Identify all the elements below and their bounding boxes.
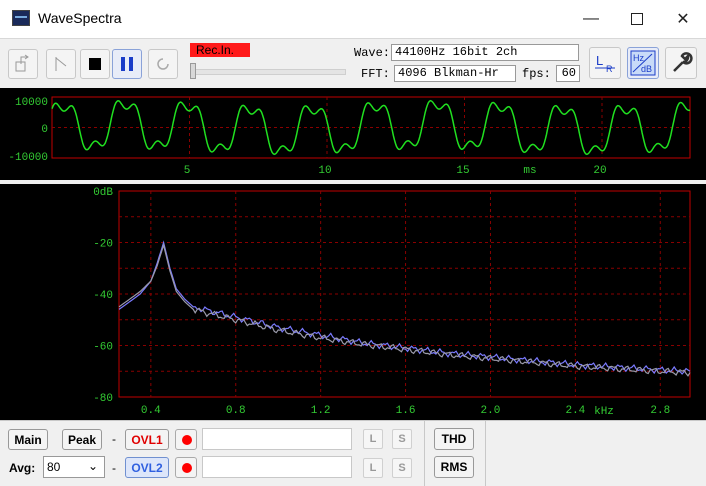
- waveform-panel: 10000 0 -10000 5 10 15 20 ms: [0, 88, 706, 180]
- wave-format-field: 44100Hz 16bit 2ch: [391, 44, 579, 61]
- wave-ytick-neg10000: -10000: [8, 152, 48, 164]
- spectrum-x-ticks: 0.4 0.8 1.2 1.6 2.0 2.4 2.8: [141, 405, 670, 417]
- stop-button[interactable]: [80, 49, 110, 79]
- ovl1-load-button[interactable]: L: [363, 429, 383, 449]
- export-icon: [15, 54, 29, 72]
- spectrum-series-line: [118, 240, 691, 375]
- rms-button[interactable]: RMS: [434, 456, 474, 478]
- ovl1-name-field[interactable]: [202, 428, 352, 450]
- ovl1-button[interactable]: OVL1: [125, 429, 169, 450]
- spectrum-series-line: [118, 242, 691, 377]
- toolbar: Rec.In. Wave: 44100Hz 16bit 2ch FFT: 409…: [0, 38, 706, 88]
- spec-ytick-label: -80: [93, 393, 113, 405]
- position-slider-track[interactable]: [190, 69, 346, 75]
- fps-label: fps:: [522, 67, 551, 81]
- spectrum-series: [118, 240, 691, 377]
- svg-text:R: R: [606, 64, 613, 74]
- stop-icon: [89, 58, 101, 70]
- marker-icon: [55, 57, 67, 71]
- pause-button[interactable]: [112, 49, 142, 79]
- channel-lr-button[interactable]: LR: [589, 47, 621, 79]
- spectrum-y-ticks: 0dB -20 -40 -60 -80: [93, 187, 113, 405]
- spectrum-grid: [119, 191, 690, 397]
- spec-xtick-label: 2.0: [481, 405, 501, 417]
- hz-db-button[interactable]: Hz dB: [627, 47, 659, 79]
- wave-ytick-0: 0: [41, 124, 48, 136]
- channel-lr-icon: LR: [595, 53, 615, 74]
- maximize-icon: [631, 13, 643, 25]
- waveform-plot: 10000 0 -10000 5 10 15 20 ms: [8, 96, 691, 177]
- bottom-controls: Main Peak - OVL1 L S THD Avg: 80 ⌄ - OVL…: [0, 420, 706, 486]
- chevron-down-icon: ⌄: [88, 459, 99, 473]
- wave-ytick-10000: 10000: [15, 97, 48, 109]
- fft-setting-field[interactable]: 4096 Blkman-Hr: [394, 65, 516, 82]
- minimize-icon: —: [583, 10, 599, 27]
- row2-separator: -: [112, 461, 116, 475]
- app-icon: [12, 10, 30, 26]
- close-button[interactable]: ✕: [660, 0, 706, 38]
- spec-xtick-label: 2.8: [650, 405, 670, 417]
- panel-divider-left: [424, 421, 425, 486]
- spec-xtick-label: 0.8: [226, 405, 246, 417]
- position-slider-thumb[interactable]: [190, 63, 196, 79]
- pause-icon: [121, 57, 133, 71]
- window-title: WaveSpectra: [38, 10, 122, 26]
- spec-xtick-label: 1.6: [396, 405, 416, 417]
- avg-select-value: 80: [47, 460, 61, 474]
- ovl2-load-button[interactable]: L: [363, 458, 383, 478]
- spec-xtick-label: 1.2: [311, 405, 331, 417]
- refresh-button[interactable]: [148, 49, 178, 79]
- hz-db-icon: HzdB: [630, 50, 656, 76]
- panel-divider-right: [485, 421, 486, 486]
- svg-text:dB: dB: [641, 64, 652, 74]
- wave-xtick-15: 15: [456, 165, 469, 177]
- fft-label: FFT:: [361, 67, 390, 81]
- ovl2-name-field[interactable]: [202, 456, 352, 478]
- avg-select[interactable]: 80 ⌄: [43, 456, 105, 478]
- rec-input-label: Rec.In.: [190, 43, 250, 57]
- ovl2-save-button[interactable]: S: [392, 458, 412, 478]
- svg-text:Hz: Hz: [633, 53, 644, 63]
- spec-xtick-label: 0.4: [141, 405, 161, 417]
- spec-ytick-label: -20: [93, 239, 113, 251]
- ovl2-button[interactable]: OVL2: [125, 457, 169, 478]
- fps-value-field: 60: [556, 65, 580, 82]
- spectrum-plot: 0dB -20 -40 -60 -80 0.4 0.8 1.2 1.6 2.0 2.4 2.8 kH…: [93, 187, 691, 418]
- ovl1-record-button[interactable]: [175, 429, 197, 450]
- ovl2-record-button[interactable]: [175, 457, 197, 478]
- spectrum-x-unit: kHz: [594, 406, 614, 418]
- thd-button[interactable]: THD: [434, 428, 474, 450]
- main-button[interactable]: Main: [8, 429, 48, 450]
- wave-xtick-20: 20: [593, 165, 606, 177]
- spec-ytick-label: -40: [93, 290, 113, 302]
- ovl1-save-button[interactable]: S: [392, 429, 412, 449]
- wave-x-unit: ms: [523, 165, 536, 177]
- spec-xtick-label: 2.4: [565, 405, 585, 417]
- title-bar: WaveSpectra — ✕: [0, 0, 706, 38]
- export-button[interactable]: [8, 49, 38, 79]
- spectrum-panel: 0dB -20 -40 -60 -80 0.4 0.8 1.2 1.6 2.0 2.4 2.8 kH…: [0, 184, 706, 420]
- marker-button[interactable]: [46, 49, 76, 79]
- avg-label: Avg:: [9, 461, 36, 475]
- settings-button[interactable]: [665, 47, 697, 79]
- wave-label: Wave:: [354, 46, 391, 60]
- settings-wrench-icon: [673, 52, 693, 72]
- spec-ytick-label: -60: [93, 342, 113, 354]
- maximize-button[interactable]: [614, 0, 660, 38]
- close-icon: ✕: [676, 11, 690, 28]
- refresh-icon: [157, 58, 169, 70]
- svg-text:L: L: [596, 53, 603, 68]
- minimize-button[interactable]: —: [568, 0, 614, 38]
- spec-ytick-label: 0dB: [93, 187, 113, 199]
- row1-separator: -: [112, 432, 116, 446]
- wave-xtick-5: 5: [184, 165, 191, 177]
- wave-xtick-10: 10: [318, 165, 331, 177]
- peak-button[interactable]: Peak: [62, 429, 102, 450]
